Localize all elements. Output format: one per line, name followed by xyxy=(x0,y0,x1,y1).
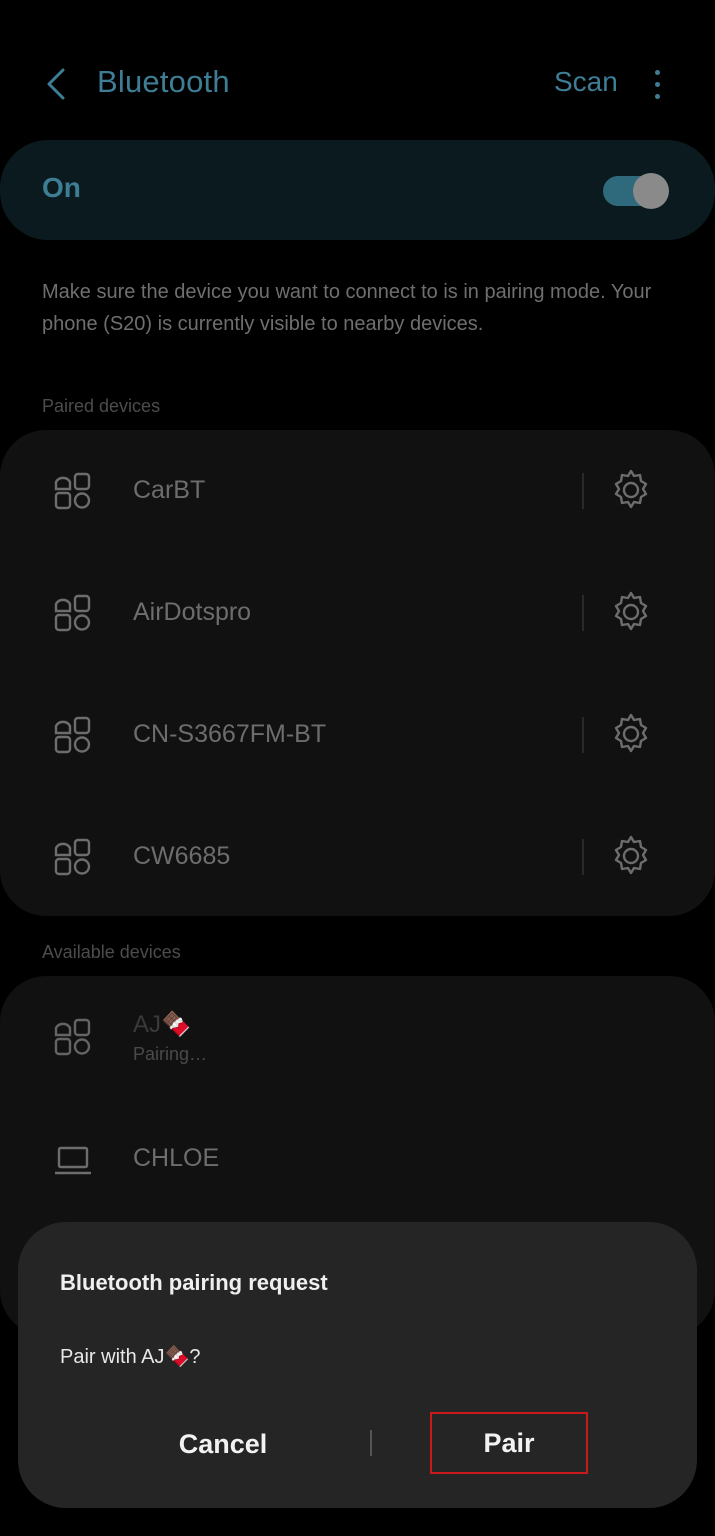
pairing-request-dialog: Bluetooth pairing request Pair with AJ🍫?… xyxy=(18,1222,697,1508)
back-button[interactable] xyxy=(36,62,76,106)
device-name: CW6685 xyxy=(133,842,231,870)
gear-icon[interactable] xyxy=(609,590,653,634)
device-name: AJ🍫 xyxy=(133,1011,191,1038)
laptop-icon xyxy=(55,1146,91,1175)
row-divider xyxy=(582,717,584,753)
more-dot-icon xyxy=(654,81,660,87)
row-divider xyxy=(582,839,584,875)
bluetooth-switch[interactable] xyxy=(603,173,669,209)
dialog-button-divider xyxy=(370,1430,372,1456)
toggle-label: On xyxy=(42,172,81,203)
bluetooth-toggle-card[interactable]: On xyxy=(0,140,715,240)
more-dot-icon xyxy=(654,93,660,99)
device-status: Pairing… xyxy=(133,1044,208,1064)
dialog-title: Bluetooth pairing request xyxy=(60,1270,328,1295)
device-grid-icon xyxy=(54,838,91,876)
bluetooth-settings-screen: Bluetooth Scan On Make sure the device y… xyxy=(0,0,715,1536)
device-name: CHLOE xyxy=(133,1144,220,1172)
switch-knob xyxy=(633,173,669,209)
paired-device-row[interactable]: CN-S3667FM-BT xyxy=(0,674,715,796)
available-device-row[interactable]: AJ🍫 Pairing… xyxy=(0,976,715,1098)
scan-button[interactable]: Scan xyxy=(554,66,618,98)
device-grid-icon xyxy=(54,1018,91,1056)
more-dot-icon xyxy=(654,69,660,75)
paired-device-row[interactable]: AirDotspro xyxy=(0,552,715,674)
paired-devices-card: CarBT AirDotspro CN-S3667FM-BT CW6685 xyxy=(0,430,715,916)
page-title: Bluetooth xyxy=(97,64,230,99)
dialog-message: Pair with AJ🍫? xyxy=(60,1346,201,1368)
row-divider xyxy=(582,473,584,509)
paired-device-row[interactable]: CW6685 xyxy=(0,796,715,918)
device-grid-icon xyxy=(54,472,91,510)
row-divider xyxy=(582,595,584,631)
pairing-description: Make sure the device you want to connect… xyxy=(42,281,652,335)
available-devices-header: Available devices xyxy=(42,942,181,962)
cancel-button[interactable]: Cancel xyxy=(128,1412,318,1476)
device-grid-icon xyxy=(54,716,91,754)
app-bar: Bluetooth Scan xyxy=(0,0,715,140)
device-name: CarBT xyxy=(133,476,206,504)
gear-icon[interactable] xyxy=(609,712,653,756)
device-name: AirDotspro xyxy=(133,598,252,626)
device-name: CN-S3667FM-BT xyxy=(133,720,327,748)
available-device-row[interactable]: CHLOE xyxy=(0,1098,715,1220)
gear-icon[interactable] xyxy=(609,834,653,878)
paired-device-row[interactable]: CarBT xyxy=(0,430,715,552)
gear-icon[interactable] xyxy=(609,468,653,512)
paired-devices-header: Paired devices xyxy=(42,396,161,416)
pair-button[interactable]: Pair xyxy=(430,1412,588,1474)
chevron-left-icon xyxy=(47,68,65,100)
more-options-button[interactable] xyxy=(644,62,670,106)
device-grid-icon xyxy=(54,594,91,632)
